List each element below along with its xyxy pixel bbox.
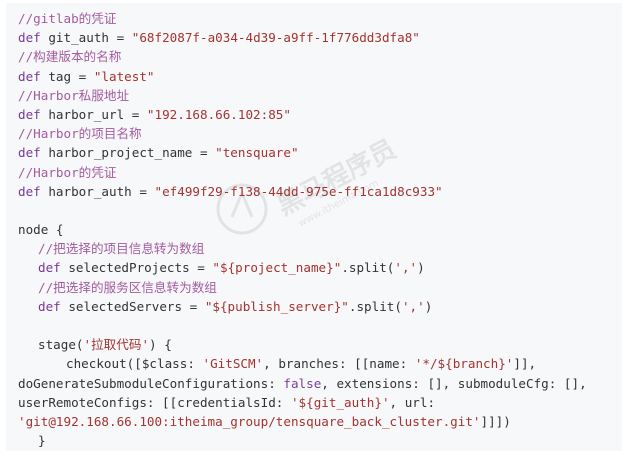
code-line: 'git@192.168.66.100:itheima_group/tensqu… [18, 412, 622, 431]
code-line: def selectedServers = "${publish_server}… [18, 297, 622, 316]
code-line: node { [18, 220, 622, 239]
code-string: 'GitSCM' [202, 356, 264, 372]
code-line: //Harbor私服地址 [18, 86, 622, 105]
code-text: tag = [40, 68, 94, 84]
code-line: def tag = "latest" [18, 67, 622, 86]
code-keyword: def [38, 298, 61, 314]
code-keyword: def [18, 30, 41, 46]
code-comment: //把选择的服务区信息转为数组 [38, 279, 217, 295]
code-text: .split( [348, 298, 402, 314]
code-line: //把选择的服务区信息转为数组 [18, 278, 622, 297]
code-text: git_auth = [40, 30, 132, 46]
code-comment: //Harbor私服地址 [18, 87, 130, 103]
code-string: ',' [401, 298, 425, 314]
code-text: ]]]) [480, 413, 511, 429]
code-text: ) { [149, 337, 172, 353]
code-text: } [38, 433, 46, 449]
code-text: ]], [513, 356, 537, 372]
code-text: , url: [389, 394, 436, 410]
code-keyword: def [18, 68, 41, 84]
code-text: checkout([$class: [66, 356, 203, 372]
code-string: "${publish_server}" [204, 298, 349, 314]
code-line: def git_auth = "68f2087f-a034-4d39-a9ff-… [18, 28, 622, 47]
code-text: harbor_project_name = [40, 145, 216, 161]
code-string: '拉取代码' [83, 337, 150, 353]
code-line: //Harbor的凭证 [18, 163, 622, 182]
code-line: def harbor_auth = "ef499f29-f138-44dd-97… [18, 182, 622, 201]
code-string: '*/${branch}' [414, 356, 514, 372]
code-line: //gitlab的凭证 [18, 9, 622, 28]
code-string: "68f2087f-a034-4d39-a9ff-1f776dd3dfa8" [131, 30, 420, 46]
code-comment: //Harbor的凭证 [18, 164, 117, 180]
code-line: } [18, 431, 622, 450]
code-text: , branches: [[name: [263, 356, 415, 372]
code-text: stage( [38, 337, 84, 353]
code-line: //构建版本的名称 [18, 47, 622, 66]
code-line: def selectedProjects = "${project_name}"… [18, 258, 622, 277]
code-text: selectedProjects = [60, 260, 213, 276]
code-block: //gitlab的凭证 def git_auth = "68f2087f-a034… [6, 3, 622, 451]
code-string: "latest" [93, 68, 155, 84]
code-text: ) [424, 298, 433, 314]
code-text: ) [417, 260, 425, 276]
code-string: ',' [394, 260, 418, 276]
code-text: harbor_url = [40, 106, 147, 122]
code-boolean: false [283, 375, 322, 391]
code-string: "${project_name}" [212, 260, 342, 276]
code-string: 'git@192.168.66.100:itheima_group/tensqu… [18, 413, 481, 429]
code-comment: //把选择的项目信息转为数组 [38, 241, 205, 257]
code-line: doGenerateSubmoduleConfigurations: false… [18, 374, 622, 393]
code-text: , extensions: [], submoduleCfg: [], [321, 375, 587, 391]
code-string: '${git_auth}' [290, 394, 390, 410]
code-comment: //gitlab的凭证 [18, 11, 117, 26]
code-text: doGenerateSubmoduleConfigurations: [18, 375, 284, 391]
code-text: selectedServers = [60, 298, 205, 314]
code-line: checkout([$class: 'GitSCM', branches: [[… [18, 354, 622, 373]
code-string: "tensquare" [215, 145, 299, 161]
code-text: node { [18, 222, 64, 238]
code-string: "ef499f29-f138-44dd-975e-ff1ca1d8c933" [154, 183, 443, 199]
code-keyword: def [38, 260, 61, 276]
code-line: def harbor_project_name = "tensquare" [18, 143, 622, 162]
code-text: harbor_auth = [40, 183, 155, 199]
code-string: "192.168.66.102:85" [146, 106, 291, 122]
code-comment: //构建版本的名称 [18, 49, 122, 65]
code-line: //把选择的项目信息转为数组 [18, 239, 622, 258]
code-keyword: def [18, 145, 41, 161]
code-line: stage('拉取代码') { [18, 335, 622, 354]
code-text: .split( [341, 260, 395, 276]
code-text: userRemoteConfigs: [[credentialsId: [18, 394, 291, 410]
code-line: //Harbor的项目名称 [18, 124, 622, 143]
code-line: userRemoteConfigs: [[credentialsId: '${g… [18, 393, 622, 412]
code-lines: //gitlab的凭证 def git_auth = "68f2087f-a034… [18, 9, 622, 450]
code-comment: //Harbor的项目名称 [18, 126, 142, 142]
code-keyword: def [18, 183, 41, 199]
code-keyword: def [18, 106, 41, 122]
code-line: def harbor_url = "192.168.66.102:85" [18, 105, 622, 124]
